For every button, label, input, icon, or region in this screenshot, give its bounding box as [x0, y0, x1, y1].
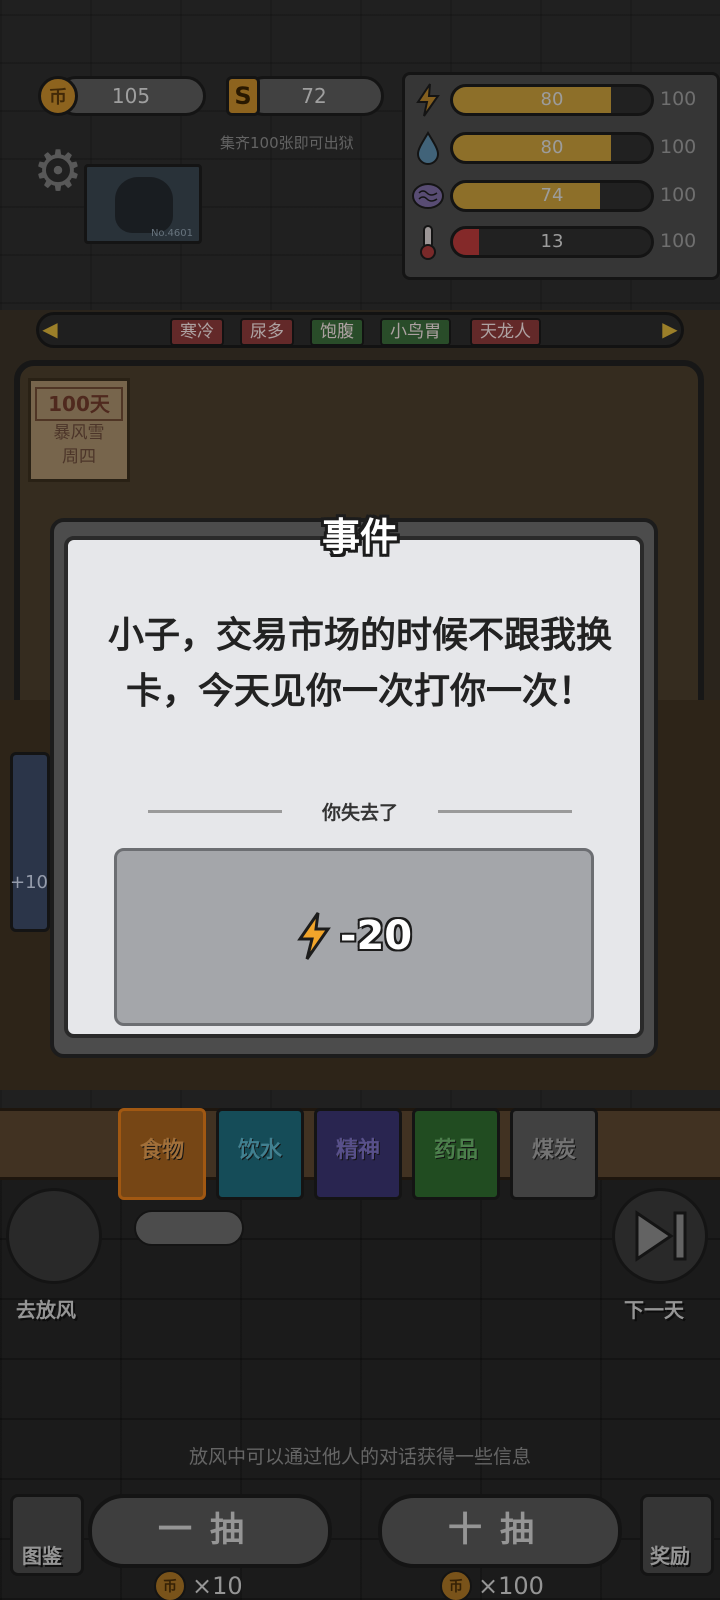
event-message: 小子，交易市场的时候不跟我换卡，今天见你一次打你一次！ — [107, 615, 612, 712]
lost-label: 你失去了 — [321, 802, 398, 824]
lost-item: -20 — [114, 904, 594, 968]
lost-value: -20 — [339, 913, 413, 959]
lightning-icon — [296, 912, 331, 960]
event-title: 事件 — [321, 515, 398, 559]
